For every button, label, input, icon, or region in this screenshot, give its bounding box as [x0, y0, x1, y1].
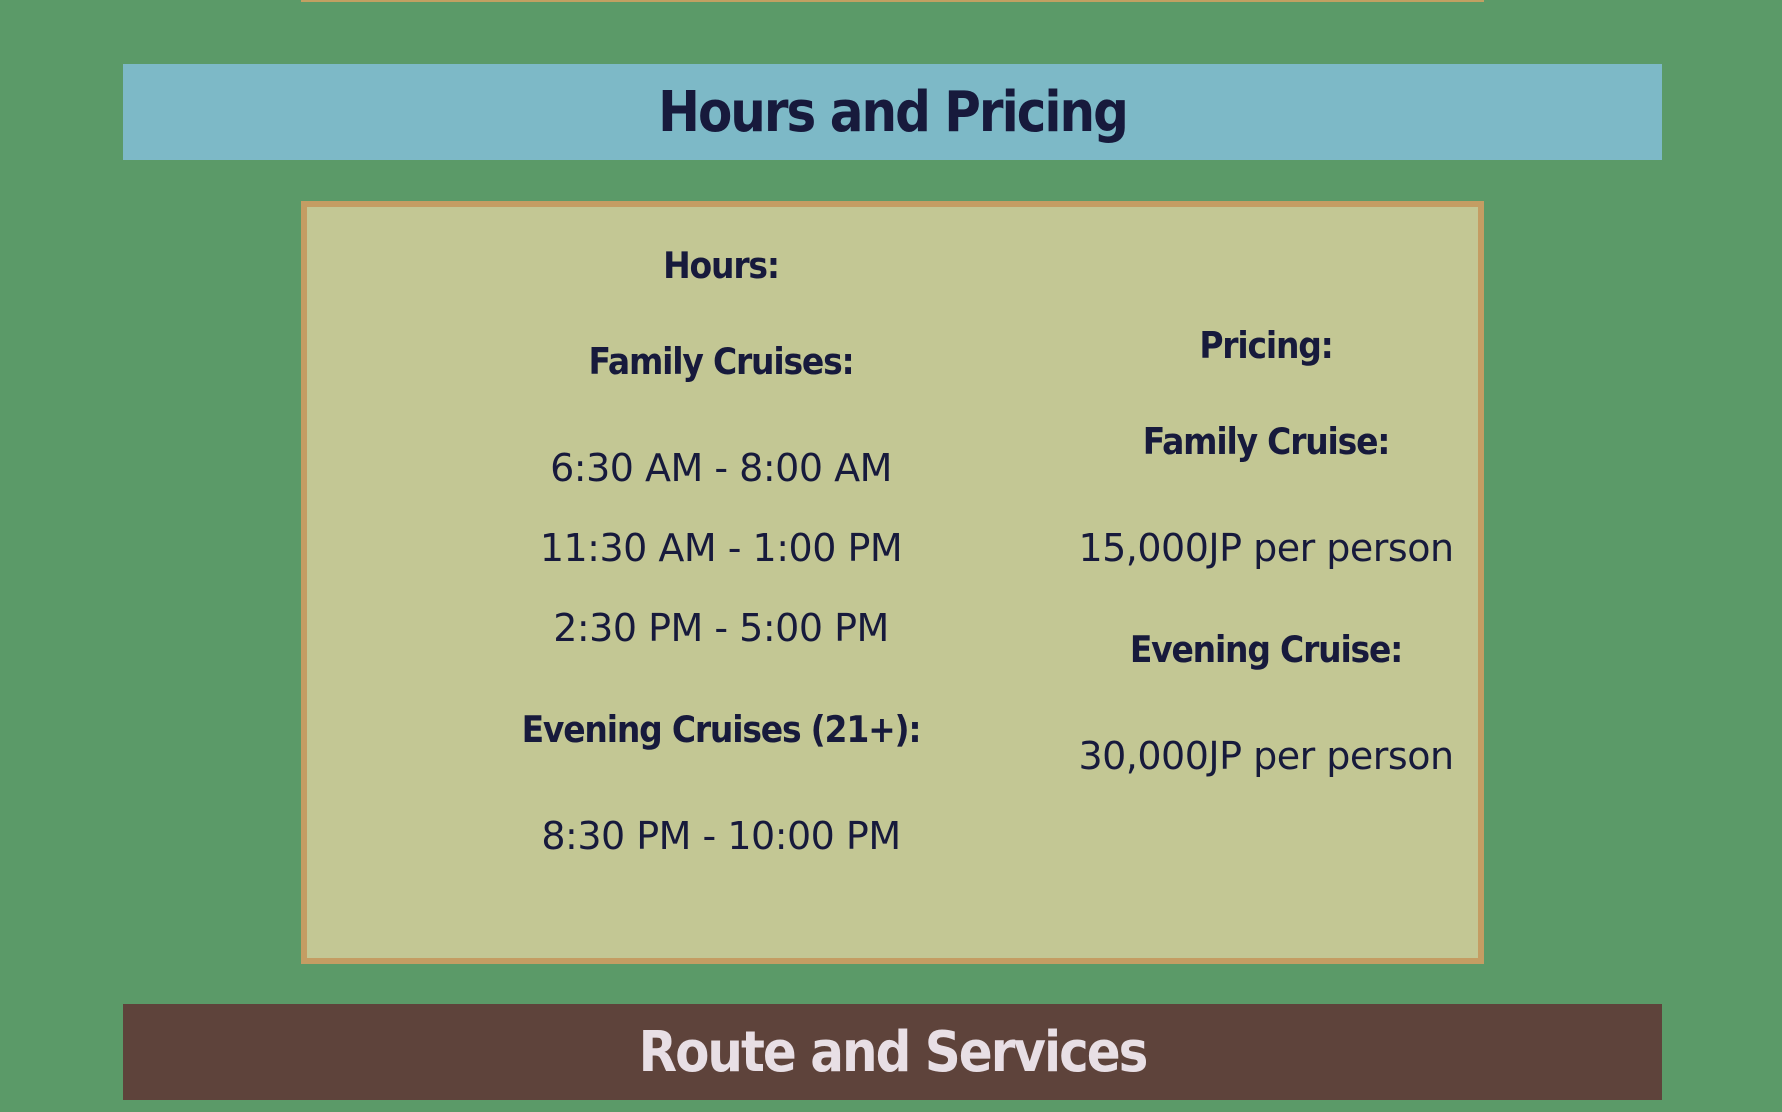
- hours-pricing-card: Hours: Family Cruises: 6:30 AM - 8:00 AM…: [301, 201, 1484, 964]
- family-time-2: 11:30 AM - 1:00 PM: [539, 526, 903, 570]
- route-services-banner: Route and Services: [123, 1004, 1662, 1100]
- family-time-1: 6:30 AM - 8:00 AM: [550, 446, 892, 490]
- evening-cruise-price-heading: Evening Cruise:: [1129, 628, 1404, 671]
- hours-pricing-banner: Hours and Pricing: [123, 64, 1662, 160]
- family-cruises-heading: Family Cruises:: [588, 340, 854, 383]
- hours-heading: Hours:: [663, 244, 780, 287]
- family-time-3: 2:30 PM - 5:00 PM: [553, 606, 889, 650]
- route-services-title: Route and Services: [638, 1019, 1149, 1085]
- evening-cruises-heading: Evening Cruises (21+):: [521, 708, 922, 751]
- evening-cruise-price: 30,000JP per person: [1078, 734, 1454, 778]
- hours-pricing-title: Hours and Pricing: [658, 79, 1129, 145]
- pricing-heading: Pricing:: [1199, 324, 1334, 367]
- top-divider: [301, 0, 1484, 2]
- evening-time-1: 8:30 PM - 10:00 PM: [541, 814, 901, 858]
- family-cruise-price-heading: Family Cruise:: [1142, 420, 1391, 463]
- family-cruise-price: 15,000JP per person: [1078, 526, 1454, 570]
